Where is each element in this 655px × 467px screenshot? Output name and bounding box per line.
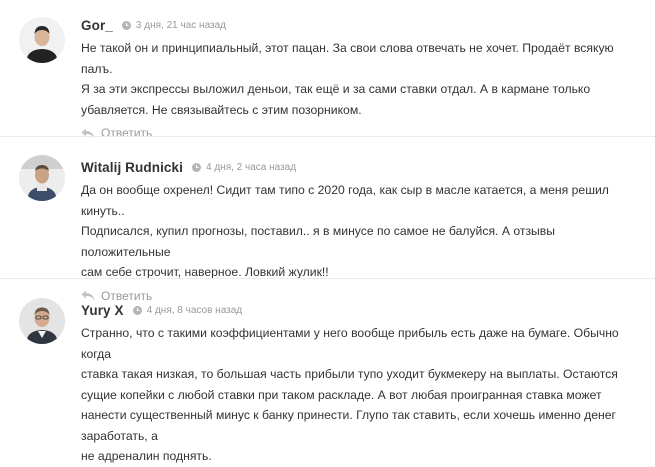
comment-date[interactable]: 4 дня, 2 часа назад [206, 162, 296, 173]
comment-text: Не такой он и принципиальный, этот пацан… [81, 38, 647, 120]
comment-line: Подписался, купил прогнозы, поставил.. я… [81, 224, 556, 259]
comment-author[interactable]: Yury X [81, 303, 124, 318]
avatar-image [19, 298, 65, 344]
comment-line: Не такой он и принципиальный, этот пацан… [81, 41, 614, 76]
comment-meta: Witalij Rudnicki 4 дня, 2 часа назад [81, 158, 647, 176]
comment-line: Странно, что с такими коэффициентами у н… [81, 326, 619, 361]
reply-button[interactable]: Ответить [81, 124, 647, 142]
comment-date[interactable]: 3 дня, 21 час назад [136, 20, 226, 31]
comment-divider [0, 278, 655, 279]
comment-date[interactable]: 4 дня, 8 часов назад [147, 305, 243, 316]
avatar-gor[interactable] [19, 17, 65, 63]
comment-line: нанести существенный минус к банку прине… [81, 408, 616, 443]
clock-icon [192, 162, 201, 172]
comment-text: Да он вообще охренел! Сидит там типо с 2… [81, 180, 647, 283]
avatar-image [19, 17, 65, 63]
avatar-image [19, 155, 65, 201]
comment-author[interactable]: Gor_ [81, 18, 113, 33]
comment-meta: Gor_ 3 дня, 21 час назад [81, 16, 647, 34]
comment-body: Witalij Rudnicki 4 дня, 2 часа назад Да … [81, 158, 647, 305]
comment-line: Да он вообще охренел! Сидит там типо с 2… [81, 183, 609, 218]
avatar-witalij[interactable] [19, 155, 65, 201]
comment-line: сущие копейки с любой ставки при таком р… [81, 387, 602, 402]
clock-icon [132, 305, 142, 315]
comment-body: Yury X 4 дня, 8 часов назад Странно, что… [81, 301, 647, 467]
clock-icon [121, 20, 131, 30]
comment-divider [0, 136, 655, 137]
comment-body: Gor_ 3 дня, 21 час назад Не такой он и п… [81, 16, 647, 142]
comment-text: Странно, что с такими коэффициентами у н… [81, 323, 647, 467]
reply-label: Ответить [101, 126, 153, 140]
comment-line: ставка такая низкая, то большая часть пр… [81, 367, 618, 381]
comment-meta: Yury X 4 дня, 8 часов назад [81, 301, 647, 319]
reply-arrow-icon [81, 290, 95, 301]
comment-line: не адреналин поднять. [81, 449, 212, 463]
avatar-yury[interactable] [19, 298, 65, 344]
comment-author[interactable]: Witalij Rudnicki [81, 160, 183, 175]
comment-line: Я за эти экспрессы выложил деньои, так е… [81, 82, 591, 96]
comment-line: сам себе строчит, наверное. Ловкий жулик… [81, 265, 329, 279]
comment-line: убавляется. Не связывайтесь с этим позор… [81, 102, 362, 117]
